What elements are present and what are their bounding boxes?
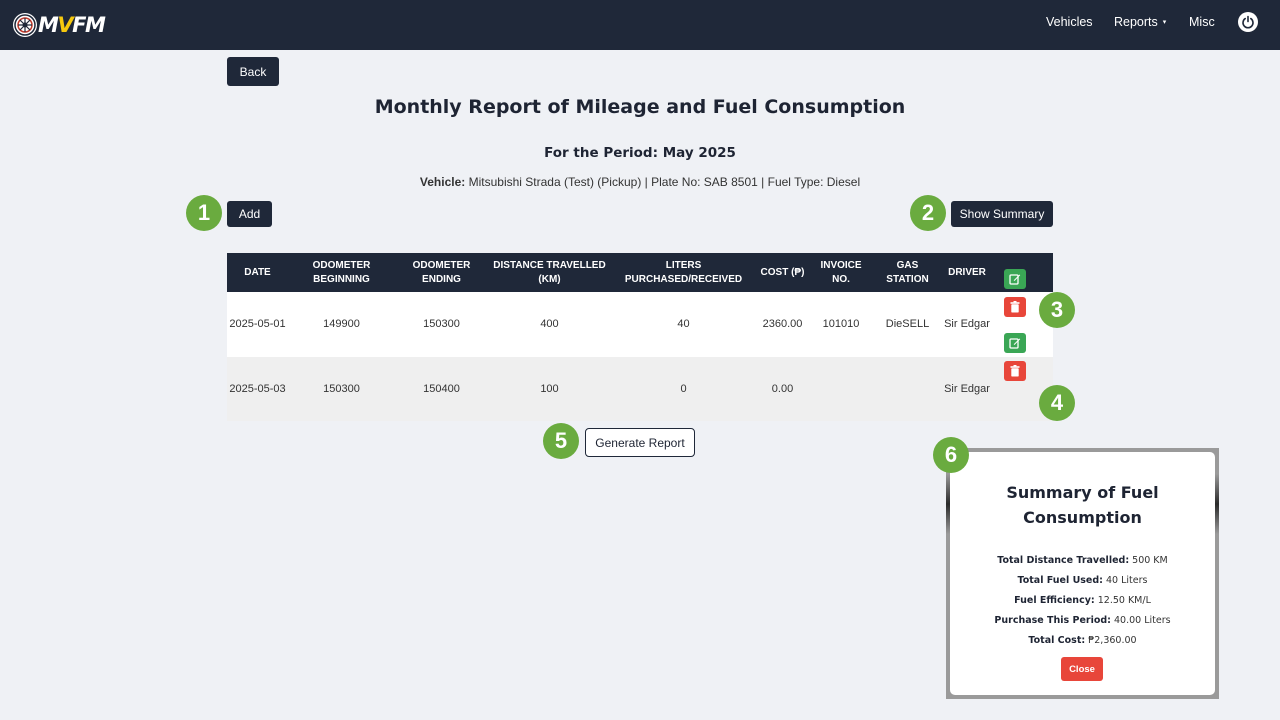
- cell-gas-station: [873, 357, 942, 421]
- nav-misc[interactable]: Misc: [1189, 15, 1215, 29]
- summary-efficiency: Fuel Efficiency: 12.50 KM/L: [1014, 595, 1151, 606]
- trash-icon: [1010, 365, 1020, 377]
- mileage-table: DATE ODOMETER BEGINNING ODOMETER ENDING …: [227, 253, 1053, 421]
- callout-badge-2: 2: [910, 195, 946, 231]
- callout-badge-6: 6: [933, 437, 969, 473]
- summary-distance: Total Distance Travelled: 500 KM: [997, 555, 1168, 566]
- back-button[interactable]: Back: [227, 57, 279, 86]
- edit-icon: [1009, 274, 1021, 285]
- cell-odometer-ending: 150400: [423, 382, 460, 395]
- summary-total-cost: Total Cost: ₱2,360.00: [1028, 635, 1137, 646]
- logo-text: MVFM: [38, 13, 106, 37]
- vehicle-label: Vehicle:: [419, 175, 466, 189]
- cell-date: 2025-05-03: [229, 382, 286, 395]
- edit-button[interactable]: [1004, 269, 1026, 289]
- edit-button[interactable]: [1004, 333, 1026, 353]
- caret-down-icon: ▾: [1162, 19, 1167, 26]
- col-odometer-beginning: ODOMETER BEGINNING: [312, 259, 371, 285]
- trash-icon: [1010, 301, 1020, 313]
- edit-icon: [1009, 338, 1021, 349]
- cell-invoice: [809, 357, 873, 421]
- callout-badge-1: 1: [186, 195, 222, 231]
- table-header-row: DATE ODOMETER BEGINNING ODOMETER ENDING …: [227, 253, 1053, 292]
- cell-gas-station: DieSELL: [885, 318, 930, 330]
- nav-vehicles[interactable]: Vehicles: [1046, 15, 1093, 29]
- nav-reports-label: Reports: [1114, 15, 1158, 29]
- col-date: DATE: [244, 266, 271, 278]
- summary-title: Summary of Fuel Consumption: [1006, 483, 1159, 527]
- nav-reports[interactable]: Reports ▾: [1114, 15, 1166, 29]
- logo-emblem-icon: [13, 13, 37, 37]
- summary-details: Total Distance Travelled: 500 KM Total F…: [950, 554, 1215, 654]
- cell-odometer-beginning: 150300: [323, 382, 360, 395]
- table-row: 2025-05-03 150300 150400 100 0 0.00 Sir …: [227, 333, 1053, 421]
- cell-date: 2025-05-01: [229, 318, 286, 330]
- delete-button[interactable]: [1004, 297, 1026, 317]
- col-invoice: INVOICE NO.: [820, 259, 862, 285]
- callout-badge-3: 3: [1039, 292, 1075, 328]
- cell-driver: Sir Edgar: [944, 318, 990, 330]
- callout-badge-4: 4: [1039, 385, 1075, 421]
- delete-button[interactable]: [1004, 361, 1026, 381]
- cell-cost: 0.00: [771, 382, 794, 395]
- summary-fuel-used: Total Fuel Used: 40 Liters: [1017, 575, 1148, 586]
- top-navbar: MVFM Vehicles Reports ▾ Misc: [0, 0, 1280, 50]
- cell-odometer-ending: 150300: [423, 318, 460, 330]
- page-title: Monthly Report of Mileage and Fuel Consu…: [374, 96, 906, 118]
- summary-modal: Summary of Fuel Consumption Total Distan…: [950, 452, 1215, 695]
- col-liters: LITERS PURCHASED/RECEIVED: [624, 259, 743, 285]
- show-summary-button[interactable]: Show Summary: [951, 201, 1053, 227]
- vehicle-details: Mitsubishi Strada (Test) (Pickup) | Plat…: [468, 175, 861, 189]
- cell-odometer-beginning: 149900: [323, 318, 360, 330]
- cell-driver: Sir Edgar: [944, 382, 990, 395]
- app-logo[interactable]: MVFM: [13, 12, 106, 38]
- col-cost: COST (₱): [760, 266, 805, 278]
- cell-cost: 2360.00: [762, 318, 803, 330]
- cell-distance: 400: [540, 318, 559, 330]
- cell-distance: 100: [540, 382, 559, 395]
- cell-liters: 0: [680, 382, 687, 395]
- col-driver: DRIVER: [948, 266, 986, 278]
- table-row: 2025-05-01 149900 150300 400 40 2360.00 …: [227, 269, 1053, 357]
- cell-invoice: 101010: [822, 318, 860, 330]
- summary-purchase: Purchase This Period: 40.00 Liters: [994, 615, 1171, 626]
- col-gas-station: GAS STATION: [886, 259, 929, 285]
- col-distance: DISTANCE TRAVELLED (KM): [493, 259, 606, 285]
- cell-liters: 40: [677, 318, 690, 330]
- generate-report-button[interactable]: Generate Report: [585, 428, 695, 457]
- vehicle-info: Vehicle: Mitsubishi Strada (Test) (Picku…: [0, 175, 1280, 189]
- report-period: For the Period: May 2025: [544, 145, 736, 161]
- add-button[interactable]: Add: [227, 201, 272, 227]
- callout-badge-5: 5: [543, 423, 579, 459]
- col-odometer-ending: ODOMETER ENDING: [412, 259, 471, 285]
- power-icon[interactable]: [1238, 12, 1258, 32]
- close-button[interactable]: Close: [1061, 657, 1103, 681]
